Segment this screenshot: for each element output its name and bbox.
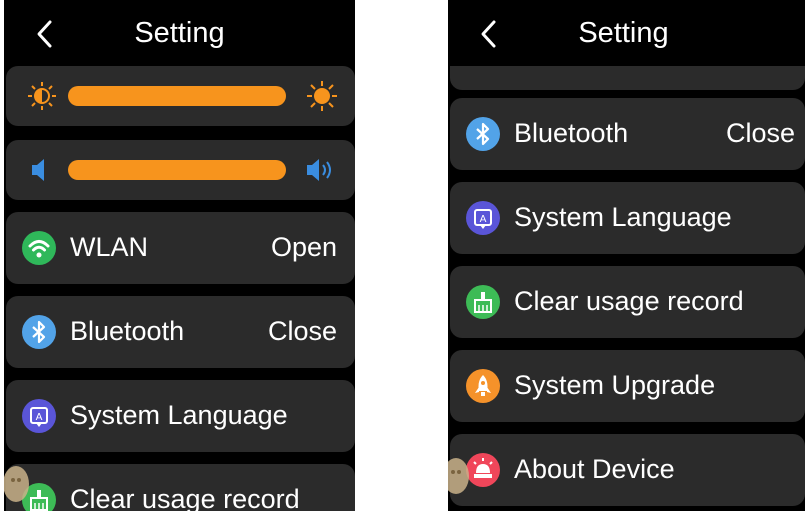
header: Setting [4,0,355,68]
settings-screen-left: Setting WLAN Open Bluetooth Close A Syst… [4,0,355,511]
wlan-row[interactable]: WLAN Open [6,212,355,284]
wifi-icon [22,231,56,265]
svg-text:A: A [36,412,43,423]
clear-usage-record-label: Clear usage record [70,484,300,511]
bluetooth-label: Bluetooth [514,118,629,148]
system-language-row[interactable]: A System Language [450,182,805,254]
broom-icon [466,285,500,319]
about-device-label: About Device [514,454,675,484]
clear-usage-record-row[interactable]: Clear usage record [6,464,355,511]
system-language-label: System Language [514,202,732,232]
bluetooth-status: Close [267,316,337,346]
bluetooth-icon [22,315,56,349]
system-language-row[interactable]: A System Language [6,380,355,452]
svg-text:A: A [480,214,487,225]
clear-usage-record-label: Clear usage record [514,286,744,316]
page-title: Setting [578,17,669,49]
page-title: Setting [134,17,225,49]
volume-card [6,140,355,200]
system-language-label: System Language [70,400,288,430]
brightness-slider[interactable] [68,86,286,106]
language-icon: A [22,399,56,433]
wlan-status: Open [270,232,337,262]
system-upgrade-row[interactable]: System Upgrade [450,350,805,422]
assistive-touch-icon[interactable] [448,452,474,498]
brightness-low-icon [28,82,56,110]
settings-screen-right: Setting Setting Bluetooth Close A System… [448,0,805,511]
wlan-label: WLAN [70,232,149,262]
bluetooth-row[interactable]: Bluetooth Close [450,98,805,170]
assistive-touch-icon[interactable] [4,460,34,506]
brightness-card [6,66,355,126]
header-overlay: Setting [448,0,805,68]
bluetooth-label: Bluetooth [70,316,185,346]
brightness-high-icon [307,81,337,111]
bluetooth-row[interactable]: Bluetooth Close [6,296,355,368]
rocket-icon [466,369,500,403]
volume-slider[interactable] [68,160,286,180]
volume-high-icon [307,159,331,181]
language-icon: A [466,201,500,235]
bluetooth-status: Close [725,118,795,148]
bluetooth-icon [466,117,500,151]
system-upgrade-label: System Upgrade [514,370,716,400]
about-device-row[interactable]: About Device [450,434,805,506]
volume-low-icon [32,159,44,181]
clear-usage-record-row[interactable]: Clear usage record [450,266,805,338]
